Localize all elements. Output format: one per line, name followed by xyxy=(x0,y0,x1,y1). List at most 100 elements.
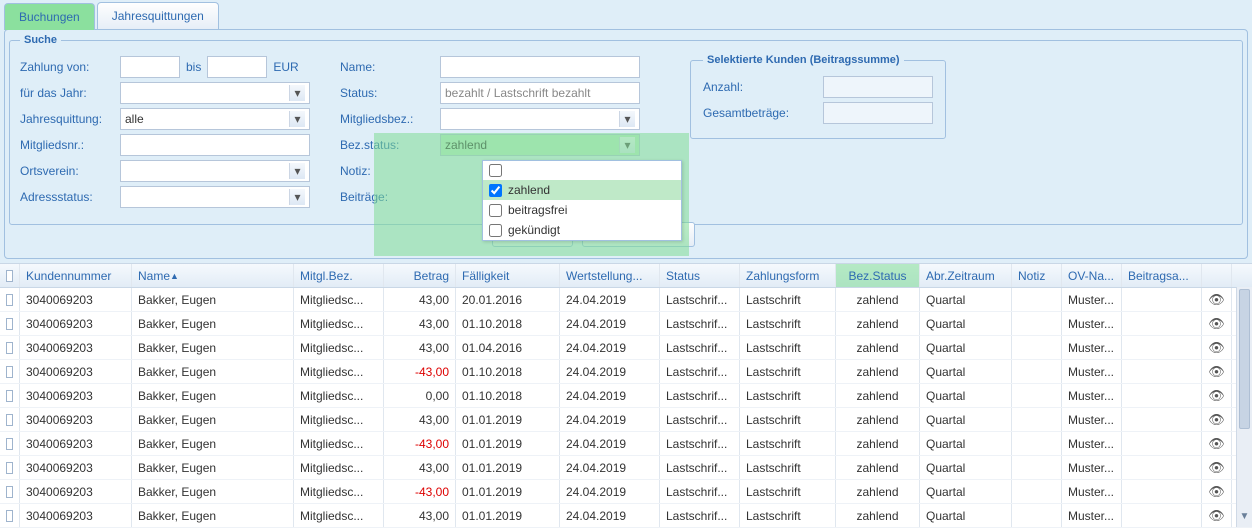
cell-kundennummer: 3040069203 xyxy=(20,504,132,527)
view-row-button[interactable]: 👁 xyxy=(1202,288,1232,311)
table-row[interactable]: 3040069203Bakker, EugenMitgliedsc...43,0… xyxy=(0,336,1252,360)
option-label: gekündigt xyxy=(508,223,560,237)
cell-beitragsart xyxy=(1122,408,1202,431)
checkbox[interactable] xyxy=(489,224,502,237)
col-status[interactable]: Status xyxy=(660,264,740,287)
eye-icon: 👁 xyxy=(1208,388,1225,404)
vertical-scrollbar[interactable]: ▲ ▼ xyxy=(1236,287,1252,527)
scroll-down-icon[interactable]: ▼ xyxy=(1237,511,1252,527)
status-label: Status: xyxy=(340,86,440,100)
cell-status: Lastschrif... xyxy=(660,288,740,311)
name-input[interactable] xyxy=(440,56,640,78)
mitgliedsbez-combo[interactable]: ▾ xyxy=(440,108,640,130)
table-row[interactable]: 3040069203Bakker, EugenMitgliedsc...43,0… xyxy=(0,288,1252,312)
row-checkbox[interactable] xyxy=(0,336,20,359)
view-row-button[interactable]: 👁 xyxy=(1202,480,1232,503)
row-checkbox[interactable] xyxy=(0,504,20,527)
jahr-combo[interactable]: ▾ xyxy=(120,82,310,104)
table-row[interactable]: 3040069203Bakker, EugenMitgliedsc...43,0… xyxy=(0,312,1252,336)
col-beitragsart[interactable]: Beitragsa... xyxy=(1122,264,1202,287)
cell-zahlungsform: Lastschrift xyxy=(740,480,836,503)
bezstatus-option-empty[interactable] xyxy=(483,161,681,180)
cell-mitglbez: Mitgliedsc... xyxy=(294,312,384,335)
chevron-down-icon: ▾ xyxy=(619,137,635,153)
view-row-button[interactable]: 👁 xyxy=(1202,336,1232,359)
cell-zahlungsform: Lastschrift xyxy=(740,456,836,479)
row-checkbox[interactable] xyxy=(0,432,20,455)
view-row-button[interactable]: 👁 xyxy=(1202,456,1232,479)
bezstatus-combo[interactable]: zahlend▾ xyxy=(440,134,640,156)
cell-wertstellung: 24.04.2019 xyxy=(560,336,660,359)
row-checkbox[interactable] xyxy=(0,456,20,479)
col-kundennummer[interactable]: Kundennummer xyxy=(20,264,132,287)
row-checkbox[interactable] xyxy=(0,288,20,311)
cell-beitragsart xyxy=(1122,504,1202,527)
zahlung-von-input[interactable] xyxy=(120,56,180,78)
view-row-button[interactable]: 👁 xyxy=(1202,360,1232,383)
bezstatus-option-gekuendigt[interactable]: gekündigt xyxy=(483,220,681,240)
col-name[interactable]: Name xyxy=(132,264,294,287)
table-row[interactable]: 3040069203Bakker, EugenMitgliedsc...-43,… xyxy=(0,432,1252,456)
cell-beitragsart xyxy=(1122,384,1202,407)
table-row[interactable]: 3040069203Bakker, EugenMitgliedsc...-43,… xyxy=(0,360,1252,384)
chevron-down-icon: ▾ xyxy=(289,85,305,101)
status-combo[interactable]: bezahlt / Lastschrift bezahlt xyxy=(440,82,640,104)
mitgliedsnr-input[interactable] xyxy=(120,134,310,156)
jahresquittung-combo[interactable]: alle▾ xyxy=(120,108,310,130)
view-row-button[interactable]: 👁 xyxy=(1202,384,1232,407)
cell-beitragsart xyxy=(1122,288,1202,311)
cell-kundennummer: 3040069203 xyxy=(20,480,132,503)
cell-faelligkeit: 01.01.2019 xyxy=(456,432,560,455)
tab-buchungen[interactable]: Buchungen xyxy=(4,3,95,30)
view-row-button[interactable]: 👁 xyxy=(1202,504,1232,527)
col-wertstellung[interactable]: Wertstellung... xyxy=(560,264,660,287)
cell-bezstatus: zahlend xyxy=(836,360,920,383)
row-checkbox[interactable] xyxy=(0,480,20,503)
cell-zahlungsform: Lastschrift xyxy=(740,288,836,311)
chevron-down-icon: ▾ xyxy=(289,189,305,205)
row-checkbox[interactable] xyxy=(0,312,20,335)
ortsverein-combo[interactable]: ▾ xyxy=(120,160,310,182)
table-row[interactable]: 3040069203Bakker, EugenMitgliedsc...0,00… xyxy=(0,384,1252,408)
row-checkbox[interactable] xyxy=(0,408,20,431)
cell-wertstellung: 24.04.2019 xyxy=(560,312,660,335)
row-checkbox[interactable] xyxy=(0,360,20,383)
checkbox[interactable] xyxy=(489,204,502,217)
col-zahlungsform[interactable]: Zahlungsform xyxy=(740,264,836,287)
table-row[interactable]: 3040069203Bakker, EugenMitgliedsc...43,0… xyxy=(0,504,1252,528)
anzahl-label: Anzahl: xyxy=(703,80,823,94)
cell-wertstellung: 24.04.2019 xyxy=(560,288,660,311)
scroll-thumb[interactable] xyxy=(1239,289,1250,429)
col-betrag[interactable]: Betrag xyxy=(384,264,456,287)
cell-ovname: Muster... xyxy=(1062,360,1122,383)
zahlung-bis-input[interactable] xyxy=(207,56,267,78)
view-row-button[interactable]: 👁 xyxy=(1202,312,1232,335)
row-checkbox[interactable] xyxy=(0,384,20,407)
bezstatus-option-zahlend[interactable]: zahlend xyxy=(483,180,681,200)
col-mitglbez[interactable]: Mitgl.Bez. xyxy=(294,264,384,287)
bezstatus-dropdown[interactable]: zahlend beitragsfrei gekündigt xyxy=(482,160,682,241)
table-row[interactable]: 3040069203Bakker, EugenMitgliedsc...43,0… xyxy=(0,408,1252,432)
cell-zahlungsform: Lastschrift xyxy=(740,312,836,335)
cell-abrzeitraum: Quartal xyxy=(920,360,1012,383)
cell-status: Lastschrif... xyxy=(660,480,740,503)
col-checkbox[interactable] xyxy=(0,264,20,287)
view-row-button[interactable]: 👁 xyxy=(1202,432,1232,455)
notiz-label: Notiz: xyxy=(340,164,440,178)
tab-jahresquittungen[interactable]: Jahresquittungen xyxy=(97,2,219,29)
bezstatus-option-beitragsfrei[interactable]: beitragsfrei xyxy=(483,200,681,220)
checkbox[interactable] xyxy=(489,164,502,177)
table-row[interactable]: 3040069203Bakker, EugenMitgliedsc...-43,… xyxy=(0,480,1252,504)
cell-zahlungsform: Lastschrift xyxy=(740,408,836,431)
cell-faelligkeit: 01.10.2018 xyxy=(456,312,560,335)
col-notiz[interactable]: Notiz xyxy=(1012,264,1062,287)
col-faelligkeit[interactable]: Fälligkeit xyxy=(456,264,560,287)
col-abrzeitraum[interactable]: Abr.Zeitraum xyxy=(920,264,1012,287)
cell-beitragsart xyxy=(1122,456,1202,479)
adressstatus-combo[interactable]: ▾ xyxy=(120,186,310,208)
checkbox[interactable] xyxy=(489,184,502,197)
table-row[interactable]: 3040069203Bakker, EugenMitgliedsc...43,0… xyxy=(0,456,1252,480)
col-ovname[interactable]: OV-Na... xyxy=(1062,264,1122,287)
view-row-button[interactable]: 👁 xyxy=(1202,408,1232,431)
col-bezstatus[interactable]: Bez.Status xyxy=(836,264,920,287)
